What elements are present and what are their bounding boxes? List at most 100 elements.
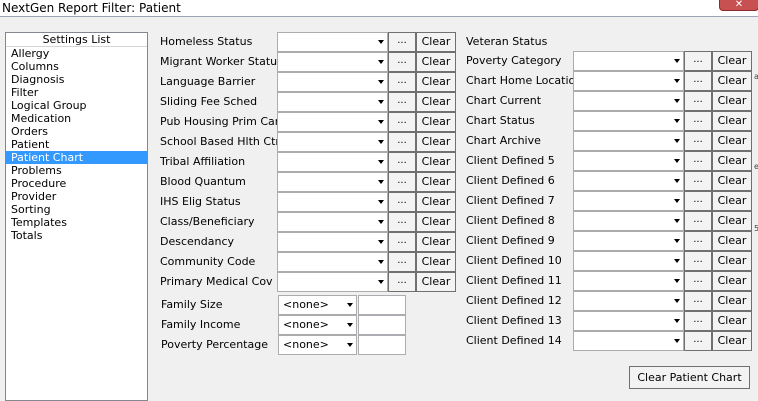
filter-dropdown[interactable] bbox=[573, 211, 684, 231]
browse-button[interactable]: ... bbox=[684, 311, 712, 331]
clear-button[interactable]: Clear bbox=[712, 211, 752, 231]
clear-button[interactable]: Clear bbox=[416, 232, 456, 252]
close-button[interactable]: ✕ bbox=[719, 0, 758, 11]
browse-button[interactable]: ... bbox=[388, 52, 416, 72]
numeric-input[interactable] bbox=[358, 295, 406, 315]
browse-button[interactable]: ... bbox=[388, 72, 416, 92]
filter-dropdown[interactable] bbox=[277, 52, 388, 72]
browse-button[interactable]: ... bbox=[388, 212, 416, 232]
filter-dropdown[interactable] bbox=[573, 91, 684, 111]
clear-button[interactable]: Clear bbox=[416, 132, 456, 152]
settings-item[interactable]: Orders bbox=[6, 125, 147, 138]
filter-dropdown[interactable] bbox=[277, 212, 388, 232]
filter-dropdown[interactable] bbox=[277, 72, 388, 92]
filter-dropdown[interactable] bbox=[573, 111, 684, 131]
browse-button[interactable]: ... bbox=[684, 211, 712, 231]
filter-dropdown[interactable] bbox=[573, 291, 684, 311]
clear-button[interactable]: Clear bbox=[416, 192, 456, 212]
clear-button[interactable]: Clear bbox=[416, 172, 456, 192]
filter-dropdown[interactable] bbox=[573, 191, 684, 211]
settings-item[interactable]: Diagnosis bbox=[6, 73, 147, 86]
browse-button[interactable]: ... bbox=[684, 331, 712, 351]
clear-button[interactable]: Clear bbox=[416, 112, 456, 132]
browse-button[interactable]: ... bbox=[388, 92, 416, 112]
clear-button[interactable]: Clear bbox=[712, 191, 752, 211]
clear-button[interactable]: Clear bbox=[416, 272, 456, 292]
settings-item[interactable]: Sorting bbox=[6, 203, 147, 216]
clear-button[interactable]: Clear bbox=[712, 91, 752, 111]
browse-button[interactable]: ... bbox=[388, 252, 416, 272]
browse-button[interactable]: ... bbox=[684, 131, 712, 151]
numeric-input[interactable] bbox=[358, 335, 406, 355]
settings-item[interactable]: Templates bbox=[6, 216, 147, 229]
filter-dropdown[interactable] bbox=[573, 231, 684, 251]
filter-dropdown[interactable] bbox=[573, 271, 684, 291]
settings-item[interactable]: Procedure bbox=[6, 177, 147, 190]
clear-button[interactable]: Clear bbox=[416, 72, 456, 92]
settings-item[interactable]: Provider bbox=[6, 190, 147, 203]
numeric-input[interactable] bbox=[358, 315, 406, 335]
clear-button[interactable]: Clear bbox=[712, 291, 752, 311]
filter-dropdown[interactable] bbox=[277, 32, 388, 52]
browse-button[interactable]: ... bbox=[684, 151, 712, 171]
browse-button[interactable]: ... bbox=[684, 251, 712, 271]
clear-button[interactable]: Clear bbox=[712, 111, 752, 131]
filter-dropdown[interactable] bbox=[277, 192, 388, 212]
settings-item[interactable]: Patient bbox=[6, 138, 147, 151]
filter-dropdown[interactable] bbox=[573, 171, 684, 191]
settings-item[interactable]: Totals bbox=[6, 229, 147, 242]
clear-button[interactable]: Clear bbox=[712, 131, 752, 151]
browse-button[interactable]: ... bbox=[684, 271, 712, 291]
clear-button[interactable]: Clear bbox=[712, 51, 752, 71]
clear-button[interactable]: Clear bbox=[416, 212, 456, 232]
filter-dropdown[interactable] bbox=[573, 151, 684, 171]
browse-button[interactable]: ... bbox=[388, 272, 416, 292]
browse-button[interactable]: ... bbox=[388, 132, 416, 152]
clear-button[interactable]: Clear bbox=[416, 32, 456, 52]
browse-button[interactable]: ... bbox=[684, 111, 712, 131]
settings-list[interactable]: Settings List Allergy Columns Diagnosis Fil… bbox=[5, 32, 148, 401]
clear-button[interactable]: Clear bbox=[712, 171, 752, 191]
clear-button[interactable]: Clear bbox=[416, 252, 456, 272]
browse-button[interactable]: ... bbox=[388, 192, 416, 212]
browse-button[interactable]: ... bbox=[684, 291, 712, 311]
filter-dropdown[interactable] bbox=[573, 71, 684, 91]
clear-patient-chart-button[interactable]: Clear Patient Chart bbox=[629, 366, 750, 389]
settings-item[interactable]: Patient Chart bbox=[6, 151, 147, 164]
clear-button[interactable]: Clear bbox=[712, 271, 752, 291]
browse-button[interactable]: ... bbox=[684, 231, 712, 251]
clear-button[interactable]: Clear bbox=[712, 151, 752, 171]
settings-item[interactable]: Medication bbox=[6, 112, 147, 125]
filter-dropdown[interactable] bbox=[277, 112, 388, 132]
operator-dropdown[interactable]: <none> bbox=[278, 335, 357, 355]
clear-button[interactable]: Clear bbox=[416, 52, 456, 72]
clear-button[interactable]: Clear bbox=[712, 231, 752, 251]
browse-button[interactable]: ... bbox=[388, 112, 416, 132]
filter-dropdown[interactable] bbox=[277, 232, 388, 252]
filter-dropdown[interactable] bbox=[277, 172, 388, 192]
filter-dropdown[interactable] bbox=[573, 51, 684, 71]
filter-dropdown[interactable] bbox=[573, 311, 684, 331]
browse-button[interactable]: ... bbox=[388, 232, 416, 252]
filter-dropdown[interactable] bbox=[277, 152, 388, 172]
operator-dropdown[interactable]: <none> bbox=[278, 315, 357, 335]
browse-button[interactable]: ... bbox=[684, 91, 712, 111]
browse-button[interactable]: ... bbox=[388, 32, 416, 52]
settings-item[interactable]: Problems bbox=[6, 164, 147, 177]
clear-button[interactable]: Clear bbox=[712, 331, 752, 351]
browse-button[interactable]: ... bbox=[388, 152, 416, 172]
browse-button[interactable]: ... bbox=[684, 191, 712, 211]
filter-dropdown[interactable] bbox=[573, 131, 684, 151]
browse-button[interactable]: ... bbox=[684, 51, 712, 71]
settings-item[interactable]: Columns bbox=[6, 60, 147, 73]
operator-dropdown[interactable]: <none> bbox=[278, 295, 357, 315]
settings-item[interactable]: Allergy bbox=[6, 47, 147, 60]
filter-dropdown[interactable] bbox=[277, 272, 388, 292]
clear-button[interactable]: Clear bbox=[712, 311, 752, 331]
clear-button[interactable]: Clear bbox=[712, 251, 752, 271]
filter-dropdown[interactable] bbox=[277, 132, 388, 152]
filter-dropdown[interactable] bbox=[573, 331, 684, 351]
browse-button[interactable]: ... bbox=[684, 71, 712, 91]
browse-button[interactable]: ... bbox=[684, 171, 712, 191]
filter-dropdown[interactable] bbox=[277, 252, 388, 272]
